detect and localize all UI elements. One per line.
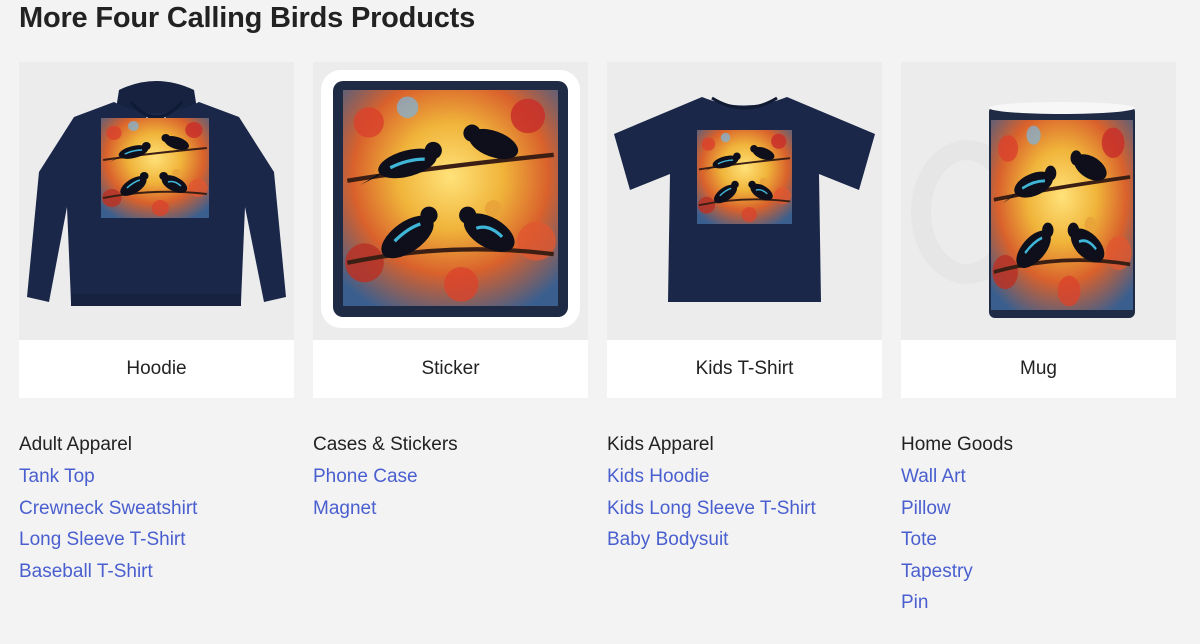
kids-tshirt-icon — [607, 62, 882, 340]
product-label-mug: Mug — [1020, 358, 1057, 379]
link-baby-bodysuit[interactable]: Baby Bodysuit — [607, 527, 882, 559]
category-adult-apparel: Adult Apparel Tank Top Crewneck Sweatshi… — [19, 432, 294, 622]
product-card-hoodie[interactable]: Hoodie — [19, 62, 294, 398]
link-kids-hoodie[interactable]: Kids Hoodie — [607, 464, 882, 496]
product-label-kids-tshirt: Kids T-Shirt — [695, 358, 794, 379]
link-long-sleeve-tshirt[interactable]: Long Sleeve T-Shirt — [19, 527, 294, 559]
link-tapestry[interactable]: Tapestry — [901, 559, 1176, 591]
mug-icon — [901, 62, 1176, 340]
product-label-sticker: Sticker — [421, 358, 480, 379]
page-title: More Four Calling Birds Products — [19, 2, 476, 34]
link-baseball-tshirt[interactable]: Baseball T-Shirt — [19, 559, 294, 591]
product-card-mug[interactable]: Mug — [901, 62, 1176, 398]
link-phone-case[interactable]: Phone Case — [313, 464, 588, 496]
product-label-hoodie: Hoodie — [126, 358, 187, 379]
product-cards: Hoodie Sticker Kids T-Shirt Mug — [19, 62, 1176, 398]
link-wall-art[interactable]: Wall Art — [901, 464, 1176, 496]
link-magnet[interactable]: Magnet — [313, 496, 588, 528]
link-pillow[interactable]: Pillow — [901, 496, 1176, 528]
sticker-icon — [313, 62, 588, 340]
category-columns: Adult Apparel Tank Top Crewneck Sweatshi… — [19, 432, 1176, 622]
category-heading: Adult Apparel — [19, 434, 133, 455]
product-card-sticker[interactable]: Sticker — [313, 62, 588, 398]
category-kids-apparel: Kids Apparel Kids Hoodie Kids Long Sleev… — [607, 432, 882, 622]
category-cases-stickers: Cases & Stickers Phone Case Magnet — [313, 432, 588, 622]
link-crewneck-sweatshirt[interactable]: Crewneck Sweatshirt — [19, 496, 294, 528]
hoodie-icon — [19, 62, 294, 340]
category-heading: Kids Apparel — [607, 434, 714, 455]
link-tank-top[interactable]: Tank Top — [19, 464, 294, 496]
link-pin[interactable]: Pin — [901, 590, 1176, 622]
category-heading: Home Goods — [901, 434, 1013, 455]
category-heading: Cases & Stickers — [313, 434, 458, 455]
link-tote[interactable]: Tote — [901, 527, 1176, 559]
product-card-kids-tshirt[interactable]: Kids T-Shirt — [607, 62, 882, 398]
category-home-goods: Home Goods Wall Art Pillow Tote Tapestry… — [901, 432, 1176, 622]
link-kids-long-sleeve-tshirt[interactable]: Kids Long Sleeve T-Shirt — [607, 496, 882, 528]
